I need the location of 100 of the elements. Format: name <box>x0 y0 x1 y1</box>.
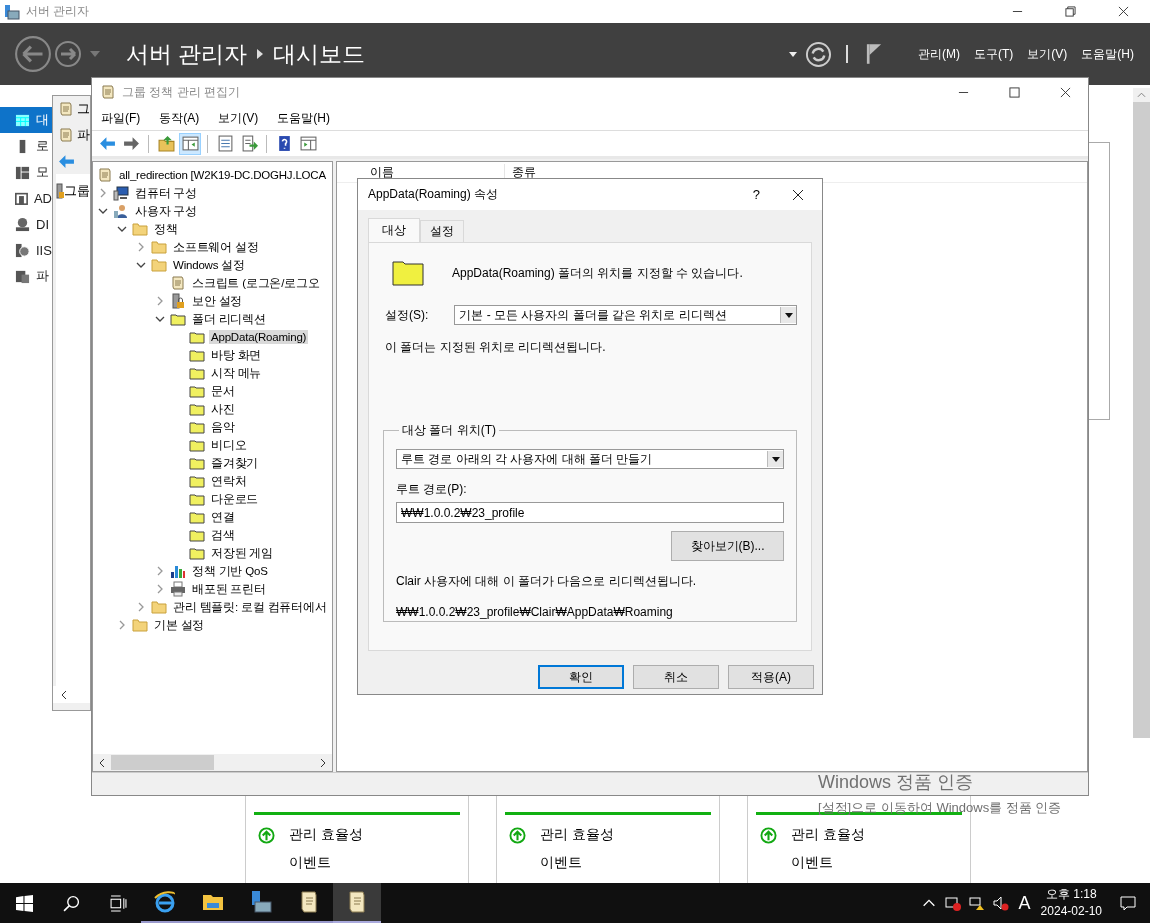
menu-item[interactable]: 도움말(H) <box>277 109 330 127</box>
tree-item[interactable]: 문서 <box>209 382 237 400</box>
chevron-right-icon[interactable] <box>117 620 127 630</box>
tree-item[interactable]: 연결 <box>209 508 237 526</box>
nav-item[interactable]: DI <box>0 211 52 237</box>
tile-row-label[interactable]: 관리 효율성 <box>791 826 865 844</box>
tree-item[interactable]: 음악 <box>209 418 237 436</box>
tree-item[interactable]: 컴퓨터 구성 <box>133 184 199 202</box>
flag-icon[interactable] <box>866 43 882 65</box>
tree-item[interactable]: 시작 메뉴 <box>209 364 264 382</box>
breadcrumb-item[interactable]: 서버 관리자 <box>126 38 248 70</box>
browse-button[interactable]: 찾아보기(B)... <box>671 531 784 561</box>
window-title: 그룹 정책 관리 편집기 <box>122 83 240 101</box>
tile-row-label[interactable]: 관리 효율성 <box>289 826 363 844</box>
tree-item[interactable]: 보안 설정 <box>190 292 245 310</box>
start-icon[interactable] <box>16 894 33 912</box>
help-button[interactable]: ? <box>752 187 760 202</box>
tree-item[interactable]: Windows 설정 <box>171 256 247 274</box>
chevron-right-icon[interactable] <box>155 584 165 594</box>
clock[interactable]: 오후 1:18 2024-02-10 <box>1040 886 1102 920</box>
menu-item[interactable]: 보기(V) <box>1027 45 1068 63</box>
tree-item[interactable]: 스크립트 (로그온/로그오 <box>190 274 322 292</box>
close-icon[interactable] <box>1060 86 1071 98</box>
scroll-left-icon[interactable] <box>61 689 67 700</box>
input-indicator[interactable]: A <box>1018 892 1031 914</box>
tree-item[interactable]: AppData(Roaming) <box>209 330 309 344</box>
menu-item[interactable]: 도구(T) <box>974 45 1014 63</box>
menu-item[interactable]: 파 <box>77 126 90 144</box>
tree-item[interactable]: 그룹 <box>64 182 90 200</box>
tree-item[interactable]: 연락처 <box>209 472 249 490</box>
tree-item[interactable]: 정책 <box>152 220 180 238</box>
refresh-icon[interactable] <box>805 40 832 68</box>
close-icon[interactable] <box>1118 6 1129 17</box>
tile-row-label[interactable]: 관리 효율성 <box>540 826 614 844</box>
tree-item[interactable]: 즐겨찾기 <box>209 454 261 472</box>
tree-item[interactable]: 사용자 구성 <box>133 202 199 220</box>
chevron-down-icon[interactable] <box>117 224 127 234</box>
menu-item[interactable]: 보기(V) <box>218 109 259 127</box>
forward-icon[interactable] <box>54 40 82 68</box>
chevron-right-icon[interactable] <box>155 566 165 576</box>
tile-row-label[interactable]: 이벤트 <box>791 854 833 872</box>
menu-item[interactable]: 파일(F) <box>101 109 141 127</box>
nav-item[interactable]: 로 <box>0 133 52 159</box>
back-icon[interactable] <box>14 35 52 73</box>
tree-item[interactable]: 폴더 리디렉션 <box>190 310 268 328</box>
tree-item[interactable]: 다운로드 <box>209 490 261 508</box>
tab[interactable]: 설정 <box>420 220 464 242</box>
scrollbar[interactable] <box>1133 88 1150 738</box>
tree-item[interactable]: 정책 기반 QoS <box>190 562 270 580</box>
dropdown-icon[interactable] <box>784 312 793 318</box>
nav-item[interactable]: AD <box>0 185 52 211</box>
tree-item[interactable]: 기본 설정 <box>152 616 207 634</box>
chevron-down-icon[interactable] <box>155 314 165 324</box>
muted-speaker-icon[interactable] <box>992 895 1009 911</box>
chevron-right-icon[interactable] <box>98 188 108 198</box>
security-icon[interactable] <box>944 895 961 911</box>
notification-icon[interactable] <box>1120 895 1136 911</box>
scroll-thumb[interactable] <box>111 755 214 770</box>
chevron-down-icon[interactable] <box>98 206 108 216</box>
maximize-icon[interactable] <box>1009 86 1020 98</box>
setting-dropdown[interactable]: 기본 - 모든 사용자의 폴더를 같은 위치로 리디렉션 <box>454 305 797 325</box>
tree-item[interactable]: 사진 <box>209 400 237 418</box>
dialog-button[interactable]: 확인 <box>538 665 624 689</box>
path-input[interactable]: ₩₩1.0.0.2₩23_profile <box>396 502 784 523</box>
tree-item[interactable]: 소프트웨어 설정 <box>171 238 261 256</box>
breadcrumb-item[interactable]: 대시보드 <box>273 38 366 70</box>
dropdown-icon[interactable] <box>789 51 797 57</box>
chevron-right-icon[interactable] <box>155 296 165 306</box>
tree-item[interactable]: 관리 템플릿: 로컬 컴퓨터에서 <box>171 598 329 616</box>
nav-item[interactable]: 파 <box>0 263 52 289</box>
task-view-icon[interactable] <box>110 894 127 912</box>
menu-item[interactable]: 관리(M) <box>918 45 960 63</box>
nav-item[interactable]: IIS <box>0 237 52 263</box>
tile-row-label[interactable]: 이벤트 <box>289 854 331 872</box>
menu-item[interactable]: 동작(A) <box>159 109 200 127</box>
tree-item[interactable]: 바탕 화면 <box>209 346 264 364</box>
menu-item[interactable]: 도움말(H) <box>1081 45 1134 63</box>
chevron-down-icon[interactable] <box>136 260 146 270</box>
scroll-left-icon[interactable] <box>99 757 105 768</box>
tile-row-label[interactable]: 이벤트 <box>540 854 582 872</box>
dropdown-icon[interactable] <box>771 456 780 462</box>
chevron-right-icon[interactable] <box>136 242 146 252</box>
nav-item[interactable]: 모 <box>0 159 52 185</box>
column-header[interactable]: 종류 <box>505 163 536 181</box>
tab[interactable]: 대상 <box>368 218 420 242</box>
tree-item[interactable]: all_redirection [W2K19-DC.DOGHJ.LOCA <box>117 168 328 182</box>
tree-item[interactable]: 검색 <box>209 526 237 544</box>
dialog-button[interactable]: 적용(A) <box>728 665 814 689</box>
taskbar-app[interactable] <box>333 883 381 923</box>
location-dropdown[interactable]: 루트 경로 아래의 각 사용자에 대해 폴더 만들기 <box>396 449 784 469</box>
scroll-right-icon[interactable] <box>320 757 326 768</box>
nav-item[interactable]: 대 <box>0 107 52 133</box>
tree-item[interactable]: 비디오 <box>209 436 249 454</box>
tree-item[interactable]: 저장된 게임 <box>209 544 275 562</box>
dialog-button[interactable]: 취소 <box>633 665 719 689</box>
restore-icon[interactable] <box>1065 6 1076 17</box>
close-icon[interactable] <box>792 188 804 201</box>
chevron-right-icon[interactable] <box>136 602 146 612</box>
tree-item[interactable]: 배포된 프린터 <box>190 580 268 598</box>
search-icon[interactable] <box>63 894 80 912</box>
